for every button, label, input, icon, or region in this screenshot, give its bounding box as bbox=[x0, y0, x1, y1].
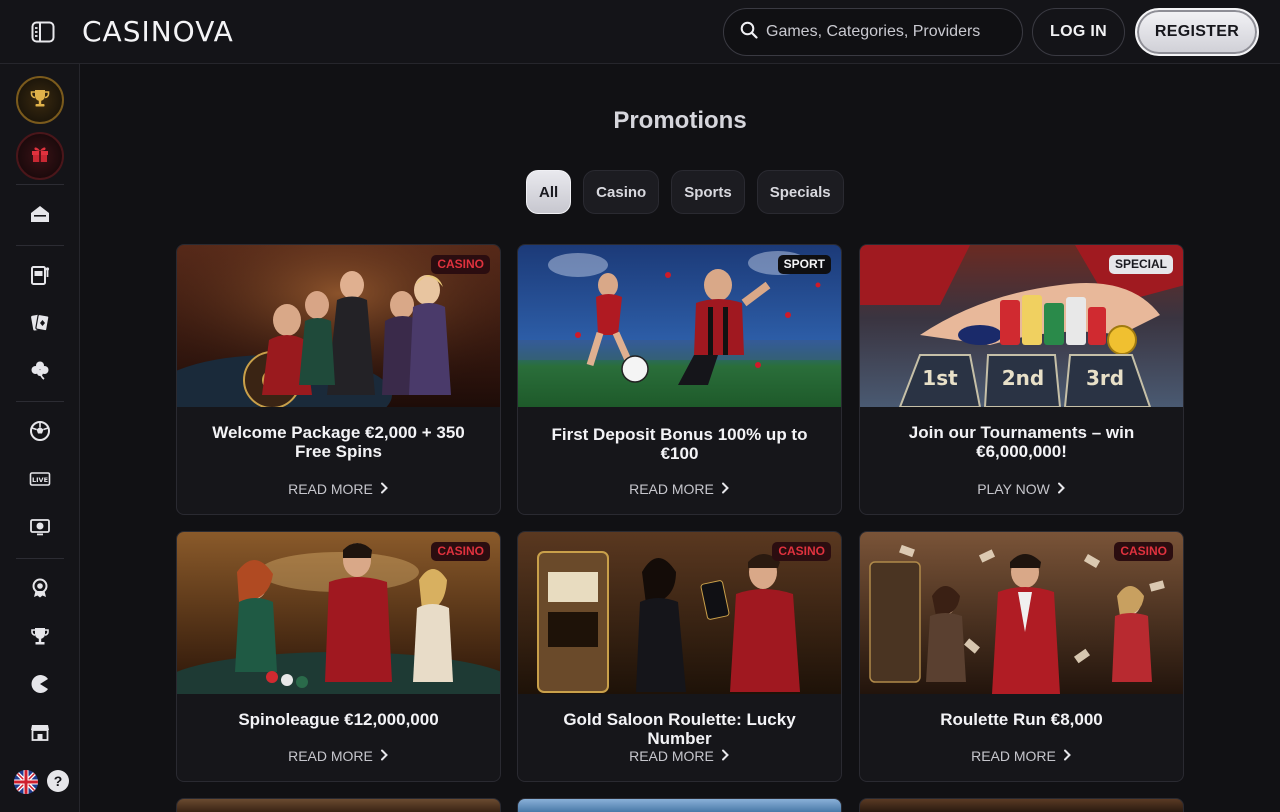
promo-card-gold-saloon[interactable]: CASINO Gold Saloon Roulette: Lucky Numbe… bbox=[517, 531, 842, 782]
action-label: READ MORE bbox=[971, 748, 1056, 764]
sidebar-divider bbox=[16, 184, 64, 185]
read-more-link[interactable]: READ MORE bbox=[518, 481, 841, 497]
trophy-icon bbox=[29, 87, 51, 114]
action-label: READ MORE bbox=[288, 481, 373, 497]
promo-card-partial[interactable] bbox=[517, 798, 842, 812]
promo-card-tournaments[interactable]: 1st 2nd 3rd SPECIAL Join our Tournaments… bbox=[859, 244, 1184, 515]
cards-icon bbox=[29, 311, 51, 338]
home-icon bbox=[29, 203, 51, 230]
promo-title: Roulette Run €8,000 bbox=[940, 710, 1103, 729]
badge-icon bbox=[29, 577, 51, 604]
filter-specials[interactable]: Specials bbox=[756, 170, 844, 214]
category-badge: CASINO bbox=[431, 542, 490, 561]
sidebar-item-tournaments[interactable] bbox=[16, 76, 64, 124]
action-label: PLAY NOW bbox=[977, 481, 1050, 497]
promo-card-partial[interactable] bbox=[176, 798, 501, 812]
svg-text:2nd: 2nd bbox=[1002, 366, 1044, 390]
action-label: READ MORE bbox=[288, 748, 373, 764]
category-badge: SPECIAL bbox=[1108, 255, 1173, 274]
category-badge: CASINO bbox=[431, 255, 490, 274]
read-more-link[interactable]: READ MORE bbox=[860, 748, 1183, 764]
promo-title: First Deposit Bonus 100% up to €100 bbox=[551, 425, 808, 463]
search-icon bbox=[740, 21, 758, 44]
shop-icon bbox=[29, 721, 51, 748]
language-flag-icon[interactable] bbox=[14, 770, 38, 794]
svg-text:1st: 1st bbox=[922, 366, 958, 390]
register-button[interactable]: REGISTER bbox=[1135, 8, 1259, 56]
sidebar-item-home[interactable] bbox=[24, 200, 56, 232]
soccer-ball-icon bbox=[29, 420, 51, 447]
sidebar-divider bbox=[16, 401, 64, 402]
chevron-right-icon bbox=[720, 481, 730, 497]
sidebar: LIVE ? bbox=[0, 64, 80, 812]
site-logo[interactable]: CASINOVA bbox=[82, 15, 234, 48]
promotion-filters: All Casino Sports Specials bbox=[526, 170, 844, 214]
chevron-right-icon bbox=[1062, 748, 1072, 764]
promo-title: Join our Tournaments – win €6,000,000! bbox=[908, 423, 1135, 461]
filter-casino[interactable]: Casino bbox=[583, 170, 660, 214]
sidebar-footer: ? bbox=[14, 770, 69, 794]
action-label: READ MORE bbox=[629, 748, 714, 764]
pacman-icon bbox=[29, 673, 51, 700]
sidebar-item-mini-games[interactable] bbox=[24, 670, 56, 702]
chevron-right-icon bbox=[379, 748, 389, 764]
category-badge: CASINO bbox=[772, 542, 831, 561]
svg-text:LIVE: LIVE bbox=[32, 476, 48, 484]
sidebar-item-shop[interactable] bbox=[24, 718, 56, 750]
sidebar-item-table-games[interactable] bbox=[24, 308, 56, 340]
clover-icon bbox=[29, 359, 51, 386]
sidebar-item-sports[interactable] bbox=[24, 417, 56, 449]
sidebar-item-virtual-sports[interactable] bbox=[24, 513, 56, 545]
promo-image-roulette-run: CASINO bbox=[860, 532, 1183, 694]
sidebar-item-live[interactable]: LIVE bbox=[24, 465, 56, 497]
promo-image-first-deposit: SPORT bbox=[518, 245, 841, 407]
category-badge: SPORT bbox=[777, 255, 831, 274]
sidebar-toggle-icon[interactable] bbox=[30, 20, 56, 44]
read-more-link[interactable]: READ MORE bbox=[518, 748, 841, 764]
promo-title: Gold Saloon Roulette: Lucky Number bbox=[563, 710, 796, 748]
promo-image-welcome-package: CASINO bbox=[177, 245, 500, 407]
promo-card-partial[interactable] bbox=[859, 798, 1184, 812]
live-icon: LIVE bbox=[29, 468, 51, 495]
promo-image-spinoleague: CASINO bbox=[177, 532, 500, 694]
page-title: Promotions bbox=[613, 107, 747, 134]
promo-image-gold-saloon: CASINO bbox=[518, 532, 841, 694]
login-button[interactable]: LOG IN bbox=[1032, 8, 1125, 56]
chevron-right-icon bbox=[720, 748, 730, 764]
sidebar-item-promotions[interactable] bbox=[16, 132, 64, 180]
sidebar-divider bbox=[16, 558, 64, 559]
top-header: CASINOVA LOG IN REGISTER bbox=[0, 0, 1280, 64]
action-label: READ MORE bbox=[629, 481, 714, 497]
read-more-link[interactable]: READ MORE bbox=[177, 481, 500, 497]
sidebar-item-loyalty[interactable] bbox=[24, 574, 56, 606]
sidebar-item-leaderboard[interactable] bbox=[24, 622, 56, 654]
promo-title: Spinoleague €12,000,000 bbox=[238, 710, 439, 729]
promo-card-first-deposit[interactable]: SPORT First Deposit Bonus 100% up to €10… bbox=[517, 244, 842, 515]
promo-card-spinoleague[interactable]: CASINO Spinoleague €12,000,000 READ MORE bbox=[176, 531, 501, 782]
sidebar-item-lucky[interactable] bbox=[24, 356, 56, 388]
promo-title: Welcome Package €2,000 + 350 Free Spins bbox=[212, 423, 465, 461]
slot-machine-icon bbox=[29, 264, 51, 291]
virtual-sports-icon bbox=[29, 516, 51, 543]
read-more-link[interactable]: READ MORE bbox=[177, 748, 500, 764]
promo-card-roulette-run[interactable]: CASINO Roulette Run €8,000 READ MORE bbox=[859, 531, 1184, 782]
category-badge: CASINO bbox=[1114, 542, 1173, 561]
play-now-link[interactable]: PLAY NOW bbox=[860, 481, 1183, 497]
gift-icon bbox=[29, 143, 51, 170]
chevron-right-icon bbox=[1056, 481, 1066, 497]
sidebar-divider bbox=[16, 245, 64, 246]
search-box[interactable] bbox=[723, 8, 1023, 56]
sidebar-item-slots[interactable] bbox=[24, 261, 56, 293]
filter-sports[interactable]: Sports bbox=[671, 170, 745, 214]
help-button[interactable]: ? bbox=[47, 770, 69, 792]
filter-all[interactable]: All bbox=[526, 170, 572, 214]
promo-image-tournaments: 1st 2nd 3rd SPECIAL bbox=[860, 245, 1183, 407]
svg-text:3rd: 3rd bbox=[1086, 366, 1124, 390]
cup-icon bbox=[29, 625, 51, 652]
promo-card-welcome-package[interactable]: CASINO Welcome Package €2,000 + 350 Free… bbox=[176, 244, 501, 515]
search-input[interactable] bbox=[766, 23, 1006, 41]
chevron-right-icon bbox=[379, 481, 389, 497]
